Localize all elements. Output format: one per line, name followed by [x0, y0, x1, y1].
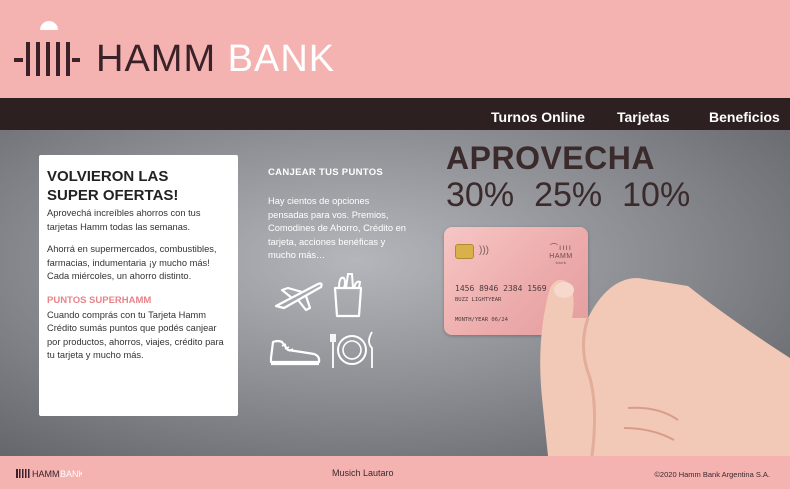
nav-turnos-online[interactable]: Turnos Online	[491, 109, 585, 125]
nav-tarjetas[interactable]: Tarjetas	[617, 109, 670, 125]
hero-banner: VOLVIERON LAS SUPER OFERTAS! Aprovechá i…	[0, 130, 790, 456]
canjear-section: CANJEAR TUS PUNTOS Hay cientos de opcion…	[268, 167, 408, 263]
logo-wordmark: HAMM BANK	[96, 40, 335, 78]
card-holder: BUZZ LIGHTYEAR	[455, 297, 502, 303]
rewards-icons	[268, 268, 388, 378]
grocery-bag-icon	[333, 273, 363, 318]
promo-percent-25: 25%	[534, 176, 603, 214]
puntos-superhamm-heading: PUNTOS SUPERHAMM	[47, 294, 152, 306]
main-nav: Turnos Online Tarjetas Beneficios	[0, 98, 790, 130]
promo-percent-10: 10%	[622, 176, 691, 214]
offers-title: VOLVIERON LAS SUPER OFERTAS!	[47, 167, 197, 205]
promo-percents: 30% 25% 10%	[446, 176, 710, 215]
airplane-icon	[274, 282, 323, 312]
offers-title-line1: VOLVIERON LAS	[47, 168, 169, 185]
card-brand-sub: bank	[555, 260, 567, 265]
footer-copyright: ©2020 Hamm Bank Argentina S.A.	[654, 470, 770, 479]
promo-headline: APROVECHA	[446, 140, 655, 176]
card-logo-mark-icon: ⌒ıııı	[550, 243, 572, 252]
hamm-logo-mark-icon	[14, 21, 80, 76]
sneaker-icon	[269, 339, 321, 366]
logo-hamm-text: HAMM	[96, 38, 217, 80]
card-expiry: MONTH/YEAR 06/24	[455, 317, 508, 323]
canjear-text: Hay cientos de opciones pensadas para vo…	[268, 196, 406, 260]
offers-card: VOLVIERON LAS SUPER OFERTAS! Aprovechá i…	[39, 155, 238, 416]
card-chip-icon	[455, 244, 474, 259]
svg-text:HAMM: HAMM	[32, 469, 60, 479]
footer-logo-icon[interactable]: HAMM BANK	[16, 467, 82, 479]
site-header: HAMM BANK	[0, 0, 790, 98]
nav-beneficios[interactable]: Beneficios	[709, 109, 780, 125]
offers-paragraph-3: Cuando comprás con tu Tarjeta Hamm Crédi…	[47, 309, 224, 361]
offers-paragraph-1: Aprovechá increíbles ahorros con tus tar…	[47, 208, 201, 232]
card-brand-logo: ⌒ıııı HAMM bank	[544, 242, 578, 265]
svg-text:BANK: BANK	[60, 469, 82, 479]
card-brand-name: HAMM	[549, 253, 573, 260]
hamm-bank-logo[interactable]: HAMM BANK	[14, 16, 344, 78]
promo-percent-30: 30%	[446, 176, 515, 214]
hand-image	[540, 278, 790, 456]
contactless-icon: )))	[479, 245, 489, 256]
dinner-plate-icon	[330, 331, 373, 368]
canjear-title: CANJEAR TUS PUNTOS	[268, 167, 384, 178]
logo-bank-text: BANK	[227, 38, 336, 80]
footer-author: Musich Lautaro	[332, 468, 394, 478]
offers-title-line2: SUPER OFERTAS!	[47, 187, 179, 204]
site-footer: HAMM BANK Musich Lautaro ©2020 Hamm Bank…	[0, 456, 790, 489]
offers-paragraph-2: Ahorrá en supermercados, combustibles, f…	[47, 244, 217, 281]
